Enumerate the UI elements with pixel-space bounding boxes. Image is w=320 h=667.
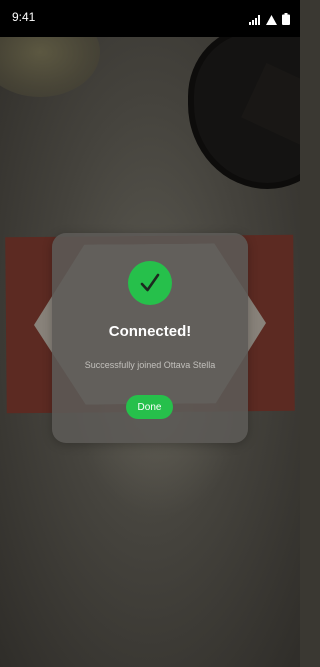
status-bar: 9:41 [0, 0, 300, 37]
dialog-title: Connected! [108, 323, 192, 340]
wifi-icon [266, 12, 277, 30]
status-icons [249, 12, 290, 30]
status-time: 9:41 [12, 10, 36, 24]
camera-object-cup [0, 37, 100, 97]
signal-icon [249, 12, 261, 30]
done-button[interactable]: Done [126, 395, 173, 419]
battery-icon [282, 12, 290, 30]
connected-dialog: Connected! Successfully joined Ottava St… [52, 233, 248, 443]
dialog-message: Successfully joined Ottava Stella [84, 360, 216, 370]
checkmark-icon [128, 261, 172, 305]
